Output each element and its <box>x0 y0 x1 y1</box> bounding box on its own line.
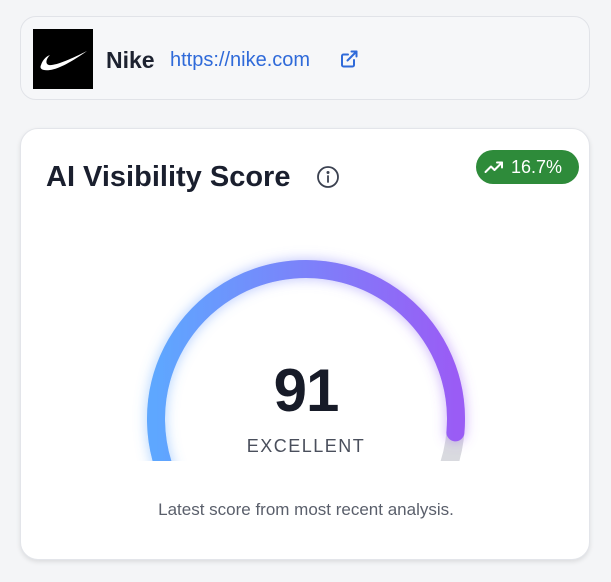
card-title: AI Visibility Score <box>46 161 291 193</box>
ai-visibility-score-card: AI Visibility Score 16.7% 91 EXCELLENT L… <box>20 128 590 560</box>
score-value: 91 <box>273 357 340 424</box>
external-link-icon[interactable] <box>339 49 359 69</box>
nike-swoosh-icon <box>33 29 93 89</box>
brand-url-link[interactable]: https://nike.com <box>170 48 310 72</box>
brand-card: Nike https://nike.com <box>20 16 590 100</box>
score-gauge <box>146 259 466 461</box>
trend-value: 16.7% <box>511 157 563 177</box>
score-rating: EXCELLENT <box>246 436 366 456</box>
trending-up-icon <box>484 158 504 176</box>
info-icon[interactable] <box>316 165 340 189</box>
score-caption: Latest score from most recent analysis. <box>158 500 454 519</box>
brand-name: Nike <box>106 47 155 73</box>
trend-badge: 16.7% <box>476 150 579 184</box>
